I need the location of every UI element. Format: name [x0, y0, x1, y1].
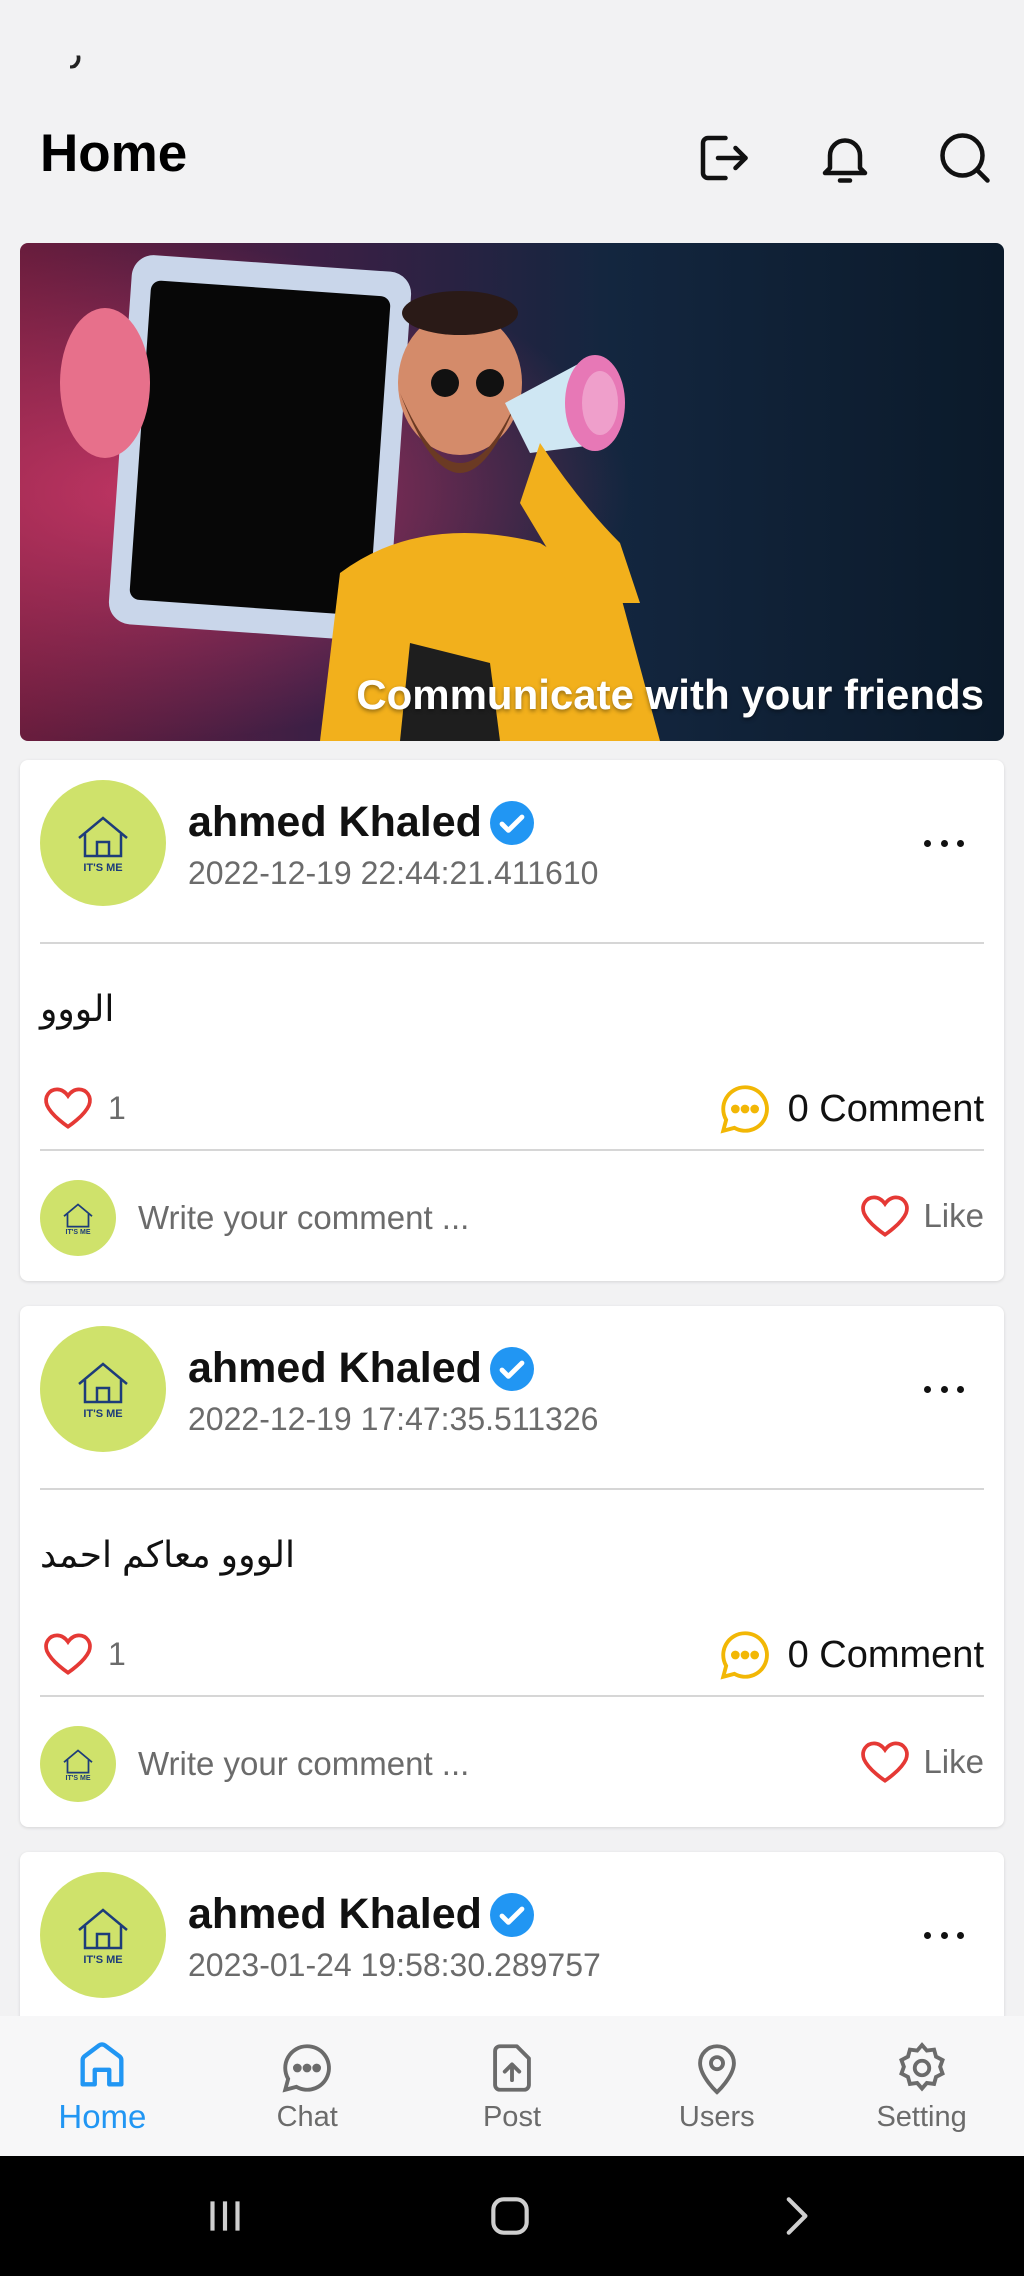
page-title: Home [40, 124, 188, 183]
divider [40, 1149, 984, 1151]
promo-banner: Communicate with your friends [20, 243, 1004, 741]
nav-item-post[interactable]: Post [410, 2016, 615, 2156]
post-feed: IT'S ME ahmed Khaled 2022-12-19 22:44:21… [20, 760, 1004, 2177]
likes-count-group[interactable]: 1 [40, 1626, 126, 1682]
nav-label: Setting [876, 2100, 967, 2133]
system-navigation-bar [0, 2156, 1024, 2276]
post-text: الووو [40, 988, 115, 1029]
gear-icon [898, 2041, 945, 2091]
avatar[interactable]: IT'S ME [40, 1872, 166, 1998]
current-user-avatar: IT'S ME [40, 1726, 116, 1802]
nav-item-users[interactable]: Users [614, 2016, 819, 2156]
comments-count-group[interactable]: 0 Comment [716, 1626, 984, 1684]
back-chevron-icon[interactable] [765, 2186, 825, 2246]
logout-icon[interactable] [688, 123, 758, 193]
location-pin-icon [697, 2043, 736, 2095]
home-button-icon[interactable] [480, 2186, 540, 2246]
banner-caption: Communicate with your friends [356, 671, 984, 718]
avatar[interactable]: IT'S ME [40, 780, 166, 906]
comment-count: 0 Comment [787, 1087, 984, 1130]
divider [40, 1488, 984, 1490]
like-label: Like [923, 1743, 984, 1780]
like-label: Like [923, 1197, 984, 1234]
post-text: الووو معاكم احمد [40, 1534, 296, 1575]
comment-input[interactable] [138, 1734, 738, 1794]
status-bar: ٫ [0, 0, 1024, 105]
banner-illustration [20, 243, 1004, 741]
author-name-row: ahmed Khaled [188, 1890, 536, 1939]
author-name-row: ahmed Khaled [188, 798, 536, 847]
house-logo-icon [63, 1202, 93, 1228]
comment-count: 0 Comment [787, 1633, 984, 1676]
comments-count-group[interactable]: 0 Comment [716, 1080, 984, 1138]
avatar-logo-text: IT'S ME [65, 1774, 91, 1782]
heart-icon [861, 1195, 910, 1237]
verified-badge-icon [488, 799, 536, 847]
divider [40, 942, 984, 944]
avatar-logo-text: IT'S ME [83, 1408, 123, 1420]
search-icon[interactable] [930, 123, 1000, 193]
heart-icon [861, 1741, 910, 1783]
heart-icon [44, 1633, 92, 1675]
house-logo-icon [78, 816, 128, 858]
nav-label: Post [482, 2100, 541, 2133]
heart-icon [44, 1087, 92, 1129]
nav-label: Chat [276, 2100, 338, 2133]
upload-icon [493, 2043, 531, 2092]
like-count: 1 [108, 1089, 126, 1126]
nav-item-chat[interactable]: Chat [205, 2016, 410, 2156]
likes-count-group[interactable]: 1 [40, 1080, 126, 1136]
like-button[interactable]: Like [857, 1734, 984, 1790]
post-timestamp: 2023-01-24 19:58:30.289757 [188, 1947, 601, 1983]
current-user-avatar: IT'S ME [40, 1180, 116, 1256]
house-logo-icon [78, 1362, 128, 1404]
author-name[interactable]: ahmed Khaled [188, 798, 482, 847]
avatar-logo-text: IT'S ME [83, 1954, 123, 1966]
post-card: IT'S ME ahmed Khaled 2022-12-19 22:44:21… [20, 760, 1004, 1281]
app-header: Home [0, 105, 1024, 240]
avatar[interactable]: IT'S ME [40, 1326, 166, 1452]
post-card: IT'S ME ahmed Khaled 2022-12-19 17:47:35… [20, 1306, 1004, 1827]
divider [40, 1695, 984, 1697]
author-name-row: ahmed Khaled [188, 1344, 536, 1393]
post-timestamp: 2022-12-19 17:47:35.511326 [188, 1401, 599, 1437]
nav-item-home[interactable]: Home [0, 2016, 205, 2156]
post-timestamp: 2022-12-19 22:44:21.411610 [188, 855, 599, 891]
verified-badge-icon [488, 1891, 536, 1939]
author-name[interactable]: ahmed Khaled [188, 1890, 482, 1939]
bell-icon[interactable] [810, 123, 880, 193]
avatar-logo-text: IT'S ME [83, 862, 123, 874]
comment-input[interactable] [138, 1188, 738, 1248]
verified-badge-icon [488, 1345, 536, 1393]
nav-label: Home [58, 2098, 147, 2135]
comment-bubble-icon [720, 1631, 769, 1680]
author-name[interactable]: ahmed Khaled [188, 1344, 482, 1393]
recent-apps-icon[interactable] [195, 2186, 255, 2246]
nav-item-setting[interactable]: Setting [819, 2016, 1024, 2156]
like-button[interactable]: Like [857, 1188, 984, 1244]
more-options-icon[interactable] [924, 828, 964, 858]
avatar-logo-text: IT'S ME [65, 1228, 91, 1236]
house-logo-icon [63, 1748, 93, 1774]
like-count: 1 [108, 1635, 126, 1672]
chat-icon [282, 2043, 332, 2092]
bottom-navigation: Home Chat Post Users Setting [0, 2016, 1024, 2156]
house-logo-icon [78, 1908, 128, 1950]
more-options-icon[interactable] [924, 1374, 964, 1404]
home-icon [80, 2042, 124, 2087]
more-options-icon[interactable] [924, 1920, 964, 1950]
comment-bubble-icon [720, 1085, 769, 1134]
nav-label: Users [678, 2100, 755, 2133]
status-indicator: ٫ [70, 39, 82, 72]
